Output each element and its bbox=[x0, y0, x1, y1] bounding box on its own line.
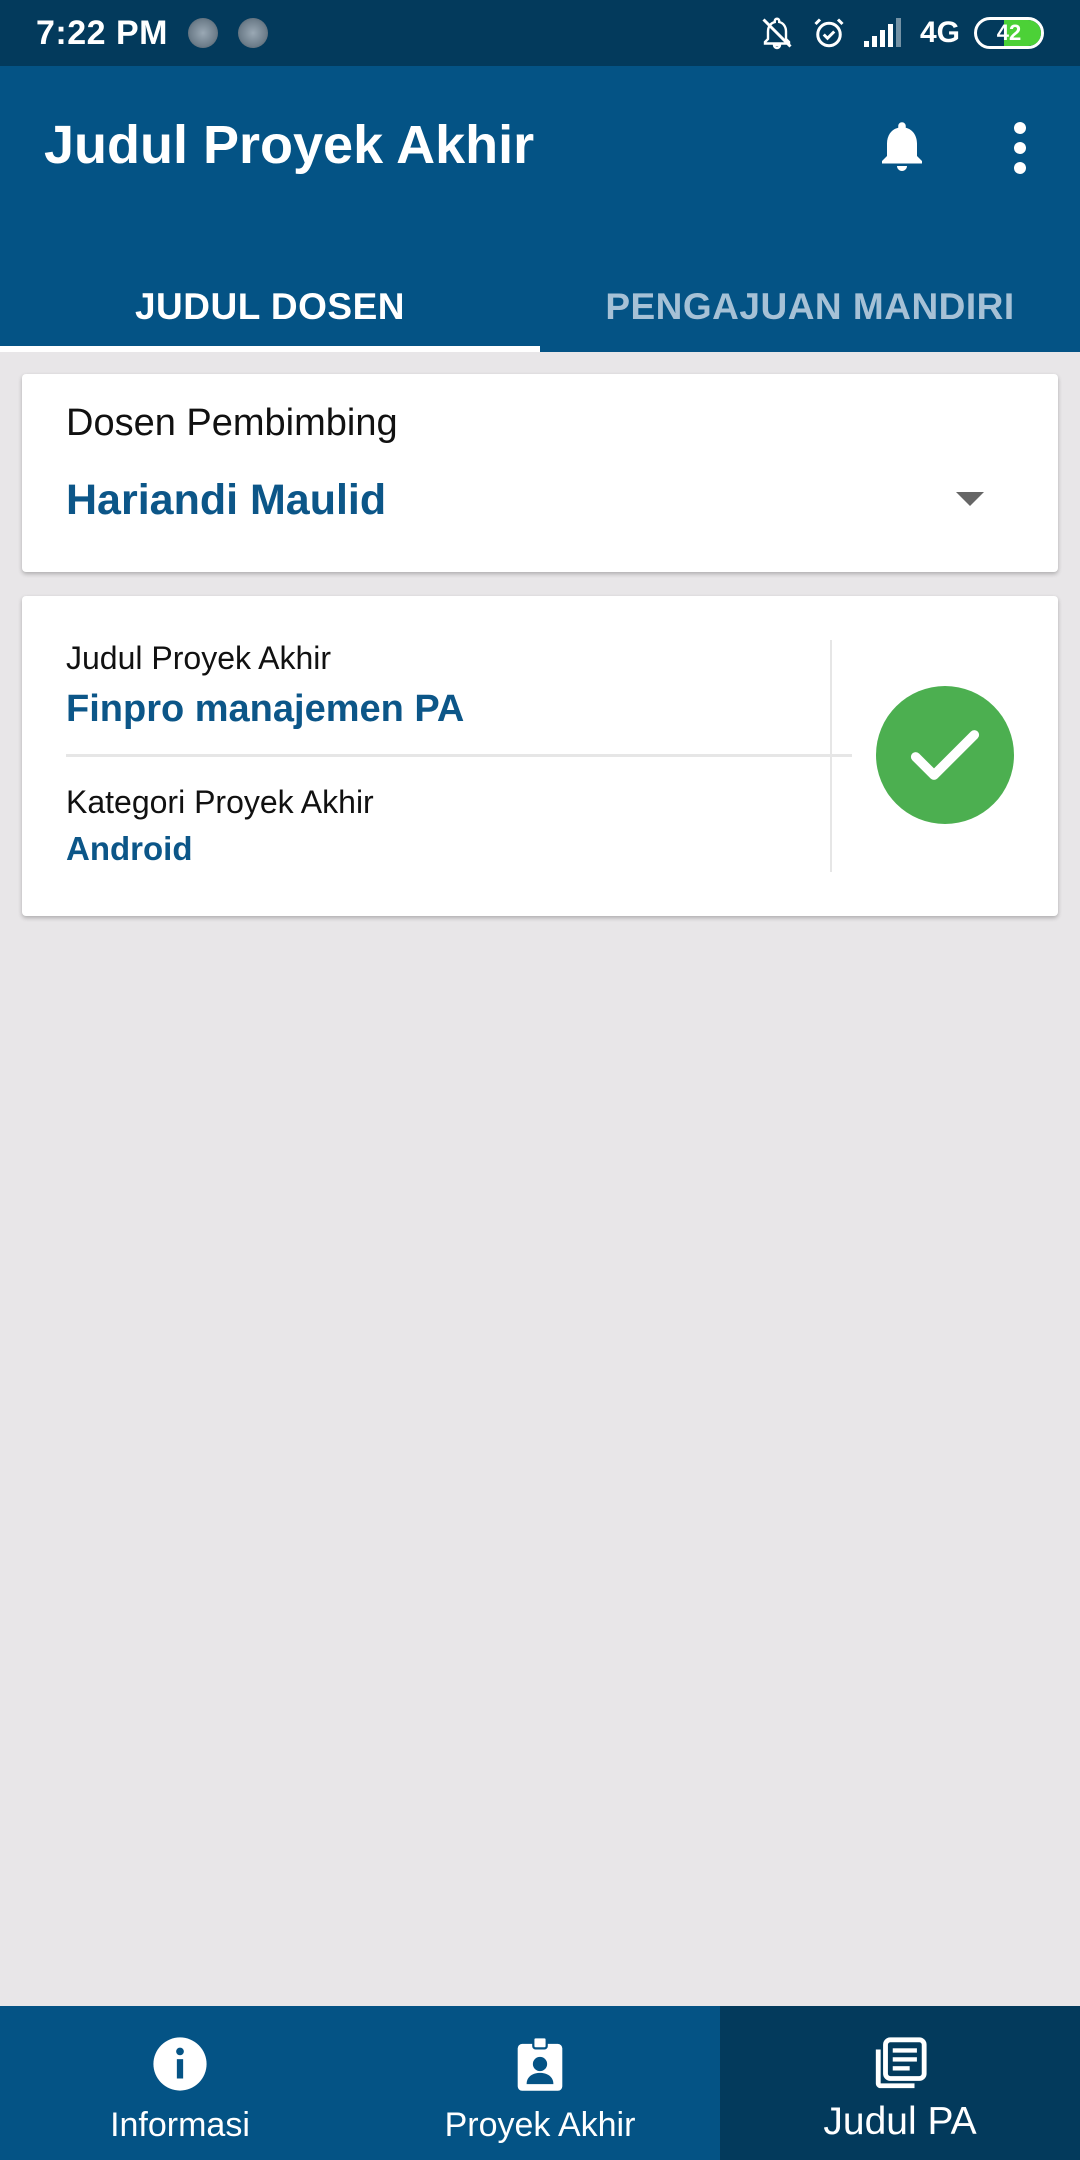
app-notification-icon bbox=[188, 18, 218, 48]
network-type: 4G bbox=[919, 16, 960, 49]
info-icon bbox=[153, 2037, 207, 2091]
nav-judul-pa[interactable]: Judul PA bbox=[720, 2006, 1080, 2160]
status-icons: 4G 42 bbox=[758, 15, 1044, 51]
nav-proyek-akhir[interactable]: Proyek Akhir bbox=[360, 2006, 720, 2160]
signal-icon bbox=[863, 18, 901, 47]
bottom-navigation: Informasi Proyek Akhir Judul PA bbox=[0, 2006, 1080, 2160]
more-vert-icon bbox=[1014, 122, 1026, 174]
judul-label: Judul Proyek Akhir bbox=[66, 640, 332, 676]
nav-informasi[interactable]: Informasi bbox=[0, 2006, 360, 2160]
judul-card[interactable]: Judul Proyek Akhir Finpro manajemen PA K… bbox=[22, 596, 1058, 916]
page-title: Judul Proyek Akhir bbox=[44, 115, 535, 175]
battery-icon: 42 bbox=[974, 17, 1044, 49]
status-time: 7:22 PM bbox=[36, 13, 168, 52]
notifications-button[interactable] bbox=[872, 114, 932, 184]
check-circle-icon bbox=[876, 686, 1014, 824]
nav-label: Judul PA bbox=[823, 2100, 977, 2143]
app-bar: Judul Proyek Akhir JUDUL DOSEN PENGAJUAN… bbox=[0, 66, 1080, 352]
divider bbox=[66, 754, 852, 757]
judul-info: Judul Proyek Akhir Finpro manajemen PA K… bbox=[66, 640, 852, 872]
tab-bar: JUDUL DOSEN PENGAJUAN MANDIRI bbox=[0, 262, 1080, 352]
nav-label: Proyek Akhir bbox=[444, 2106, 636, 2144]
tab-judul-dosen[interactable]: JUDUL DOSEN bbox=[0, 262, 540, 352]
kategori-label: Kategori Proyek Akhir bbox=[66, 784, 374, 820]
library-books-icon bbox=[875, 2037, 927, 2089]
dosen-pembimbing-card[interactable]: Dosen Pembimbing Hariandi Maulid bbox=[22, 374, 1058, 572]
nav-label: Informasi bbox=[110, 2106, 250, 2144]
battery-level: 42 bbox=[996, 20, 1022, 45]
vertical-divider bbox=[830, 640, 832, 872]
bell-icon bbox=[882, 122, 922, 171]
dropdown-arrow-icon[interactable] bbox=[956, 492, 984, 506]
dosen-label: Dosen Pembimbing bbox=[66, 402, 398, 444]
alarm-icon bbox=[814, 18, 844, 48]
status-bar: 7:22 PM 4G 42 bbox=[0, 0, 1080, 66]
app-notification-icon bbox=[238, 18, 268, 48]
overflow-menu-button[interactable] bbox=[1000, 116, 1040, 186]
dosen-selected-value[interactable]: Hariandi Maulid bbox=[66, 476, 386, 525]
muted-bell-icon bbox=[762, 17, 792, 50]
badge-icon bbox=[517, 2036, 563, 2091]
tab-pengajuan-mandiri[interactable]: PENGAJUAN MANDIRI bbox=[540, 262, 1080, 352]
judul-value: Finpro manajemen PA bbox=[66, 688, 465, 730]
kategori-value: Android bbox=[66, 830, 193, 867]
